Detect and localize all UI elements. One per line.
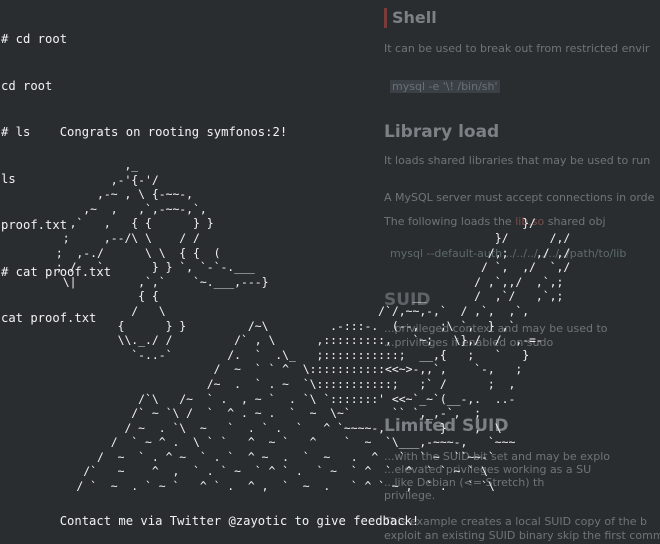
terminal-output[interactable]: # cd root cd root # ls ls proof.txt # ca… (0, 0, 660, 544)
ascii-art-dragon-landscape: ,_ ,-'{-'/ ,-~ , \ {-~~-, ,~ , ,`,-~~-,`… (55, 158, 571, 494)
contact-message: Contact me via Twitter @zayotic to give … (1, 514, 420, 528)
congrats-message: Congrats on rooting symfonos:2! (1, 125, 288, 139)
terminal-line: cd root (1, 78, 53, 93)
terminal-line: # cd root (1, 32, 68, 46)
